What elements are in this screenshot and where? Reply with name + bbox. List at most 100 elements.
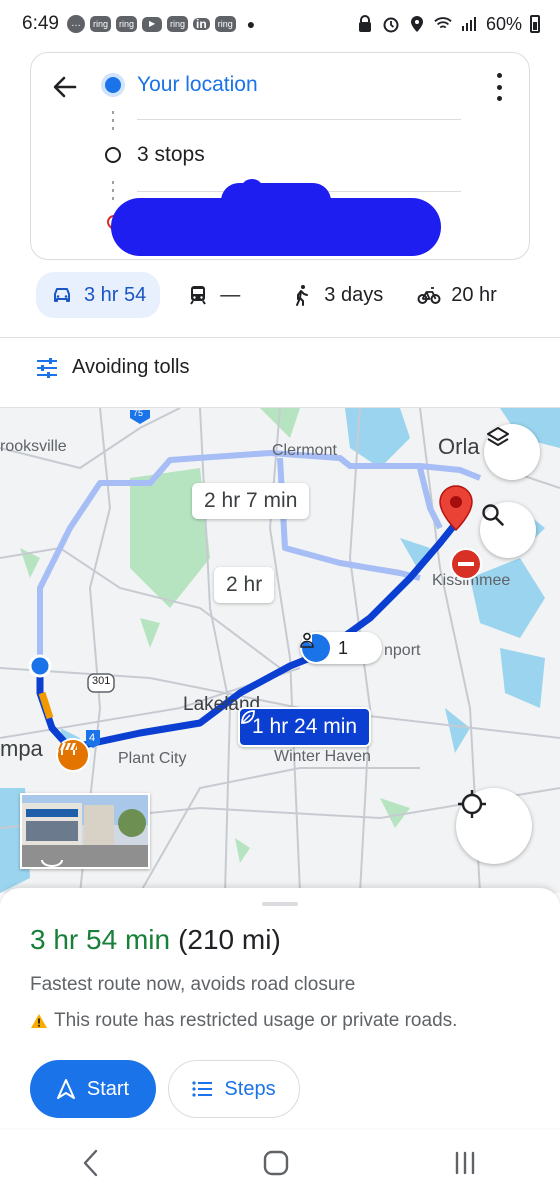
map-label-davenport: nport bbox=[384, 642, 421, 659]
steps-button[interactable]: Steps bbox=[168, 1060, 300, 1118]
main-route-time: 1 hr 24 min bbox=[252, 715, 358, 738]
map-view[interactable]: rooksville Clermont Orla Kissimmee nport… bbox=[0, 408, 560, 893]
route-distance: (210 mi) bbox=[178, 924, 281, 955]
tab-walking[interactable]: 3 days bbox=[276, 272, 397, 318]
tab-cycling[interactable]: 20 hr bbox=[403, 272, 511, 318]
status-time: 6:49 bbox=[22, 13, 59, 34]
recents-nav-button[interactable] bbox=[451, 1149, 479, 1182]
stops-field[interactable]: 3 stops bbox=[101, 135, 469, 175]
more-notifications-icon: ● bbox=[246, 16, 256, 32]
route-warning: This route has restricted usage or priva… bbox=[30, 1010, 457, 1032]
traffic-report-chip[interactable]: 1 bbox=[300, 632, 382, 664]
destination-pin-icon bbox=[439, 485, 473, 532]
tab-driving[interactable]: 3 hr 54 bbox=[36, 272, 161, 318]
ring-icon: ring bbox=[214, 16, 236, 32]
field-divider bbox=[137, 119, 461, 120]
map-label-winter-haven: Winter Haven bbox=[274, 748, 371, 765]
warning-icon bbox=[31, 1014, 47, 1028]
start-label: Start bbox=[86, 1077, 130, 1100]
street-view-thumbnail[interactable] bbox=[20, 793, 150, 869]
ring-icon: ring bbox=[89, 16, 111, 32]
ring-icon: ring bbox=[116, 16, 138, 32]
drag-handle[interactable] bbox=[262, 902, 298, 906]
youtube-icon: ▶ bbox=[142, 16, 163, 32]
map-label-tampa: mpa bbox=[0, 736, 43, 761]
map-label-plant-city: Plant City bbox=[118, 750, 187, 767]
back-chevron-icon bbox=[83, 1149, 97, 1176]
linkedin-icon: in bbox=[193, 18, 210, 30]
layers-button[interactable] bbox=[484, 424, 540, 480]
back-nav-button[interactable] bbox=[81, 1149, 101, 1182]
map-label-clermont: Clermont bbox=[272, 442, 337, 459]
system-icons: 60% bbox=[356, 0, 540, 48]
travel-mode-tabs: 3 hr 54 — 3 days 20 hr bbox=[36, 272, 530, 318]
directions-card: Your location 3 stops bbox=[30, 52, 530, 260]
car-icon bbox=[54, 288, 70, 302]
layers-icon bbox=[487, 427, 509, 446]
person-icon bbox=[300, 632, 314, 648]
recents-icon bbox=[456, 1151, 475, 1174]
highway-301-shield: 301 bbox=[92, 675, 111, 687]
more-options-icon[interactable] bbox=[495, 73, 503, 101]
location-icon bbox=[408, 15, 426, 33]
options-sliders-icon bbox=[37, 357, 57, 378]
wifi-icon bbox=[434, 15, 452, 33]
route-description: Fastest route now, avoids road closure bbox=[30, 974, 356, 995]
walk-icon bbox=[296, 285, 309, 306]
lock-icon bbox=[356, 15, 374, 33]
my-location-button[interactable] bbox=[456, 788, 532, 864]
stops-text: 3 stops bbox=[137, 143, 205, 166]
steps-label: Steps bbox=[224, 1077, 276, 1100]
route-options-button[interactable]: Avoiding tolls bbox=[36, 356, 189, 379]
street-view-image bbox=[22, 795, 148, 867]
route-summary-sheet: 3 hr 54 min (210 mi) Fastest route now, … bbox=[0, 888, 560, 1128]
traffic-report-count: 1 bbox=[338, 637, 349, 658]
notification-icons: … ring ring ▶ ring in ring ● bbox=[66, 15, 256, 33]
walking-time: 3 days bbox=[324, 283, 384, 306]
route-duration: 3 hr 54 min bbox=[30, 924, 171, 955]
main-route-time-chip[interactable]: 1 hr 24 min bbox=[238, 707, 372, 747]
eco-leaf-icon bbox=[241, 710, 255, 724]
avoid-tolls-label: Avoiding tolls bbox=[72, 356, 190, 378]
search-icon bbox=[482, 504, 504, 526]
stop-circle-icon bbox=[105, 147, 121, 163]
alt-route-time-chip[interactable]: 2 hr 7 min bbox=[192, 483, 310, 519]
alarm-icon bbox=[382, 15, 400, 33]
home-nav-button[interactable] bbox=[262, 1149, 290, 1182]
transit-time: — bbox=[220, 283, 241, 306]
transit-icon bbox=[190, 286, 207, 305]
status-bar: 6:49 … ring ring ▶ ring in ring ● 60% bbox=[0, 0, 560, 48]
origin-field[interactable]: Your location bbox=[101, 65, 469, 105]
route-summary: 3 hr 54 min (210 mi) bbox=[30, 924, 281, 956]
chat-icon: … bbox=[66, 15, 85, 33]
redaction bbox=[221, 183, 331, 219]
origin-text: Your location bbox=[137, 73, 258, 96]
system-nav-bar bbox=[0, 1130, 560, 1200]
list-icon bbox=[192, 1081, 213, 1097]
driving-time: 3 hr 54 bbox=[84, 283, 147, 306]
road-closure-icon[interactable] bbox=[450, 548, 482, 580]
construction-warning-icon[interactable] bbox=[56, 738, 90, 772]
tab-transit[interactable]: — bbox=[172, 272, 254, 318]
map-label-orlando: Orla bbox=[438, 434, 480, 459]
section-divider bbox=[0, 337, 560, 338]
bike-icon bbox=[417, 287, 441, 304]
alt-route-time-chip[interactable]: 2 hr bbox=[214, 567, 275, 603]
back-arrow-icon[interactable] bbox=[49, 71, 81, 103]
redaction bbox=[241, 179, 263, 199]
route-connector bbox=[112, 181, 114, 200]
route-connector bbox=[112, 111, 114, 130]
home-icon bbox=[263, 1150, 289, 1175]
cycling-time: 20 hr bbox=[451, 283, 497, 306]
navigation-arrow-icon bbox=[56, 1079, 75, 1099]
start-button[interactable]: Start bbox=[30, 1060, 156, 1118]
highway-4-shield: 4 bbox=[89, 732, 96, 744]
map-label-brooksville: rooksville bbox=[0, 438, 67, 455]
ring-icon: ring bbox=[167, 16, 189, 32]
crosshair-icon bbox=[458, 790, 486, 818]
route-warning-text: This route has restricted usage or priva… bbox=[54, 1010, 458, 1031]
battery-icon bbox=[530, 15, 540, 33]
search-along-route-button[interactable] bbox=[480, 502, 536, 558]
battery-percent: 60% bbox=[485, 13, 522, 34]
signal-icon bbox=[460, 15, 478, 33]
